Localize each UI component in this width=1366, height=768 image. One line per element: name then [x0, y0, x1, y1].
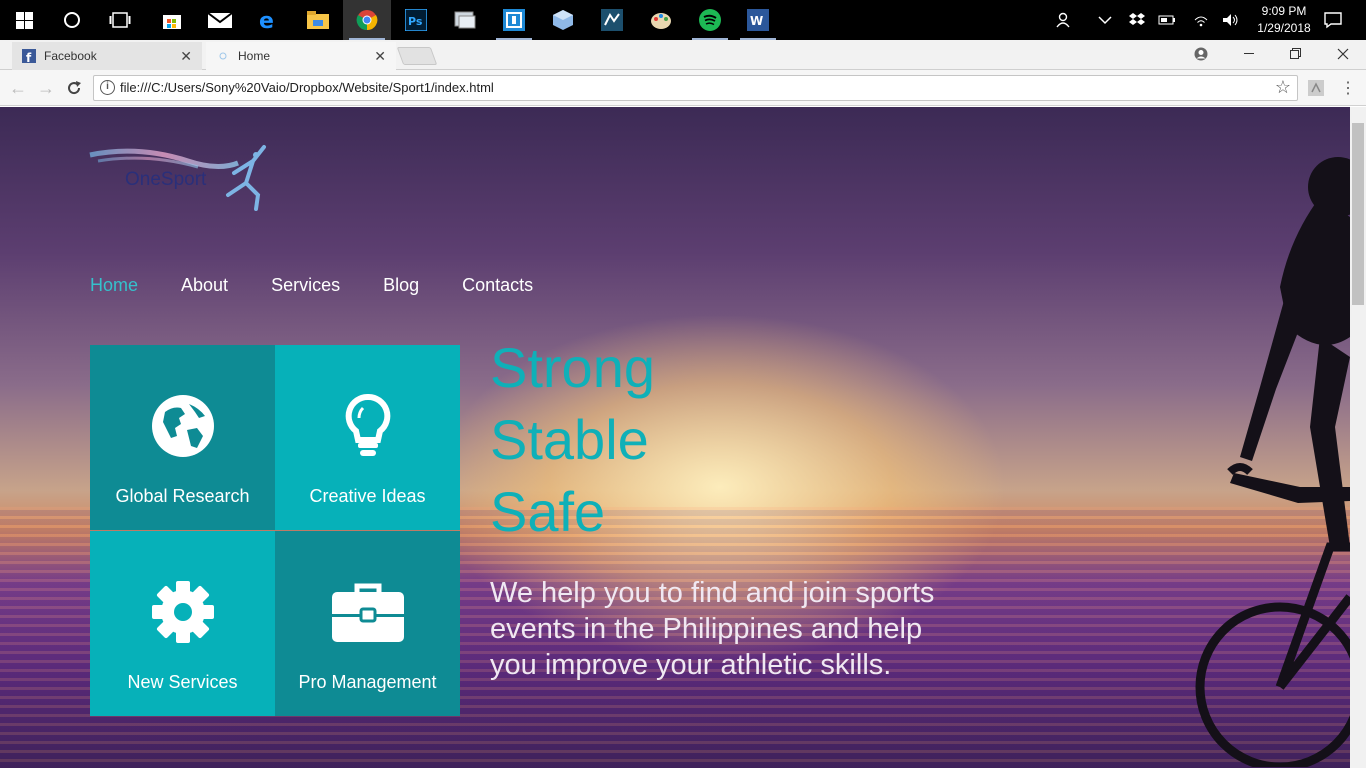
- reload-icon[interactable]: [62, 76, 86, 100]
- task-view-icon[interactable]: [96, 0, 144, 40]
- headline-safe: Safe: [490, 480, 606, 543]
- app-icon[interactable]: [441, 0, 489, 40]
- clock-date: 1/29/2018: [1257, 21, 1311, 35]
- page-hero: OneSport Home About Services Blog Contac…: [0, 107, 1350, 768]
- mail-icon[interactable]: [196, 0, 244, 40]
- tagline: We help you to find and join sports even…: [490, 577, 935, 681]
- dropbox-icon[interactable]: [1126, 0, 1148, 40]
- taskbar: e Ps W 9:09 PM 1/29/2018: [0, 0, 1366, 40]
- spotify-icon[interactable]: [686, 0, 734, 40]
- clock-time: 9:09 PM: [1261, 4, 1307, 18]
- globe-icon: [151, 393, 215, 459]
- scrollbar[interactable]: [1350, 107, 1366, 768]
- svg-text:f: f: [26, 51, 32, 63]
- nav-blog[interactable]: Blog: [383, 275, 419, 296]
- logo-text: OneSport: [125, 169, 207, 190]
- tile-label: Creative Ideas: [309, 486, 426, 506]
- tile-label: Global Research: [115, 486, 250, 506]
- url-text: file:///C:/Users/Sony%20Vaio/Dropbox/Web…: [120, 80, 494, 95]
- tab-strip: [0, 40, 1366, 70]
- tile-pro-management[interactable]: Pro Management: [275, 531, 460, 716]
- address-bar[interactable]: i file:///C:/Users/Sony%20Vaio/Dropbox/W…: [93, 75, 1298, 101]
- nav-home[interactable]: Home: [90, 275, 138, 296]
- tile-label: New Services: [127, 672, 238, 692]
- tile-global-research[interactable]: Global Research: [90, 345, 275, 530]
- feature-grid: Global Research Creative Ideas New Servi…: [90, 345, 460, 716]
- store-icon[interactable]: [148, 0, 196, 40]
- paint-icon[interactable]: [637, 0, 685, 40]
- mysql-workbench-icon[interactable]: [588, 0, 636, 40]
- restore-icon[interactable]: [1273, 40, 1319, 68]
- chevron-up-icon[interactable]: [1094, 0, 1116, 40]
- svg-text:Ps: Ps: [408, 15, 423, 28]
- people-icon[interactable]: [1052, 0, 1078, 40]
- extension-icon[interactable]: [1304, 76, 1328, 100]
- tab-label: Home: [238, 49, 271, 63]
- edge-icon[interactable]: e: [244, 0, 292, 40]
- box-icon[interactable]: [539, 0, 587, 40]
- page-icon: [219, 52, 227, 60]
- gear-icon: [151, 579, 215, 645]
- brackets-icon[interactable]: [490, 0, 538, 40]
- svg-text:W: W: [750, 14, 763, 28]
- cortana-icon[interactable]: [48, 0, 96, 40]
- tile-creative-ideas[interactable]: Creative Ideas: [275, 345, 460, 530]
- lightbulb-icon: [345, 393, 391, 459]
- briefcase-icon: [331, 579, 405, 645]
- battery-icon[interactable]: [1156, 0, 1178, 40]
- tab-label: Facebook: [44, 49, 97, 63]
- forward-icon[interactable]: →: [34, 76, 58, 100]
- main-nav: Home About Services Blog Contacts: [90, 275, 576, 296]
- nav-contacts[interactable]: Contacts: [462, 275, 533, 296]
- chrome-icon[interactable]: [343, 0, 391, 40]
- tab-facebook[interactable]: f Facebook ✕: [12, 42, 202, 70]
- tile-label: Pro Management: [298, 672, 437, 692]
- svg-text:e: e: [259, 9, 274, 31]
- photoshop-icon[interactable]: Ps: [392, 0, 440, 40]
- profile-icon[interactable]: [1178, 40, 1224, 68]
- cyclist-silhouette: [1195, 157, 1350, 767]
- scrollbar-thumb[interactable]: [1352, 123, 1364, 305]
- back-icon[interactable]: ←: [6, 76, 30, 100]
- volume-icon[interactable]: [1220, 0, 1242, 40]
- minimize-icon[interactable]: [1227, 40, 1273, 68]
- clock[interactable]: 9:09 PM 1/29/2018: [1254, 3, 1314, 37]
- file-explorer-icon[interactable]: [294, 0, 342, 40]
- close-tab-icon[interactable]: ✕: [180, 48, 192, 65]
- headline-strong: Strong: [490, 336, 655, 399]
- tab-home[interactable]: Home ✕: [206, 42, 396, 70]
- new-tab-button[interactable]: [396, 47, 438, 65]
- menu-icon[interactable]: ⋮: [1336, 76, 1360, 100]
- info-icon[interactable]: i: [100, 80, 115, 95]
- bookmark-star-icon[interactable]: ☆: [1275, 77, 1291, 98]
- tile-new-services[interactable]: New Services: [90, 531, 275, 716]
- headline-stable: Stable: [490, 408, 649, 471]
- action-center-icon[interactable]: [1318, 0, 1348, 40]
- wifi-icon[interactable]: [1190, 0, 1212, 40]
- headline: Strong Stable Safe: [490, 332, 655, 548]
- close-window-icon[interactable]: [1320, 40, 1366, 68]
- nav-about[interactable]: About: [181, 275, 228, 296]
- word-icon[interactable]: W: [734, 0, 782, 40]
- nav-services[interactable]: Services: [271, 275, 340, 296]
- close-tab-icon[interactable]: ✕: [374, 48, 386, 65]
- windows-start-icon[interactable]: [0, 0, 48, 40]
- facebook-icon: f: [22, 49, 36, 63]
